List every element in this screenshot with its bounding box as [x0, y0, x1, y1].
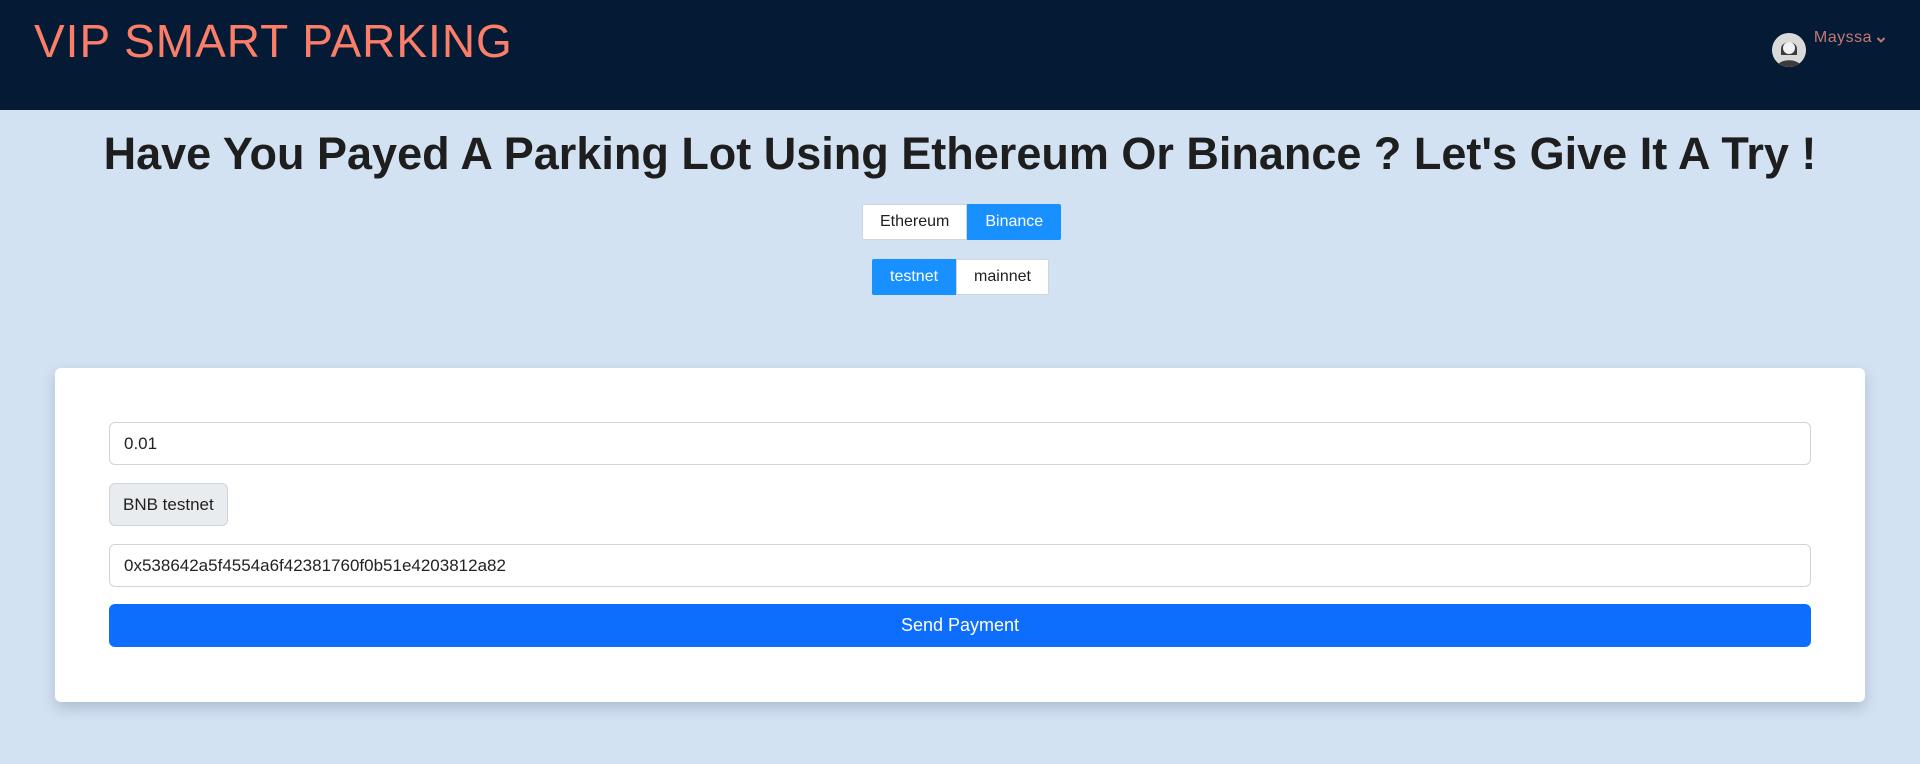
send-payment-button[interactable]: Send Payment [109, 604, 1811, 647]
chain-toggle: Ethereum Binance [862, 204, 1062, 240]
chevron-down-icon [1876, 32, 1886, 50]
user-avatar-icon [1771, 33, 1806, 67]
token-label: BNB testnet [109, 483, 228, 526]
testnet-toggle-button[interactable]: testnet [872, 259, 957, 295]
amount-input[interactable] [109, 422, 1811, 465]
binance-toggle-button[interactable]: Binance [967, 204, 1062, 240]
user-menu[interactable]: Mayssa [1771, 28, 1886, 67]
mainnet-toggle-button[interactable]: mainnet [956, 259, 1049, 295]
user-name: Mayssa [1813, 29, 1872, 46]
payment-card: BNB testnet Send Payment [55, 368, 1865, 702]
network-toggle: testnet mainnet [872, 259, 1049, 295]
top-navbar: VIP SMART PARKING Mayssa [0, 0, 1920, 110]
page-headline: Have You Payed A Parking Lot Using Ether… [103, 128, 1817, 179]
ethereum-toggle-button[interactable]: Ethereum [862, 204, 968, 240]
brand-title[interactable]: VIP SMART PARKING [34, 15, 513, 67]
recipient-address-input[interactable] [109, 544, 1811, 587]
